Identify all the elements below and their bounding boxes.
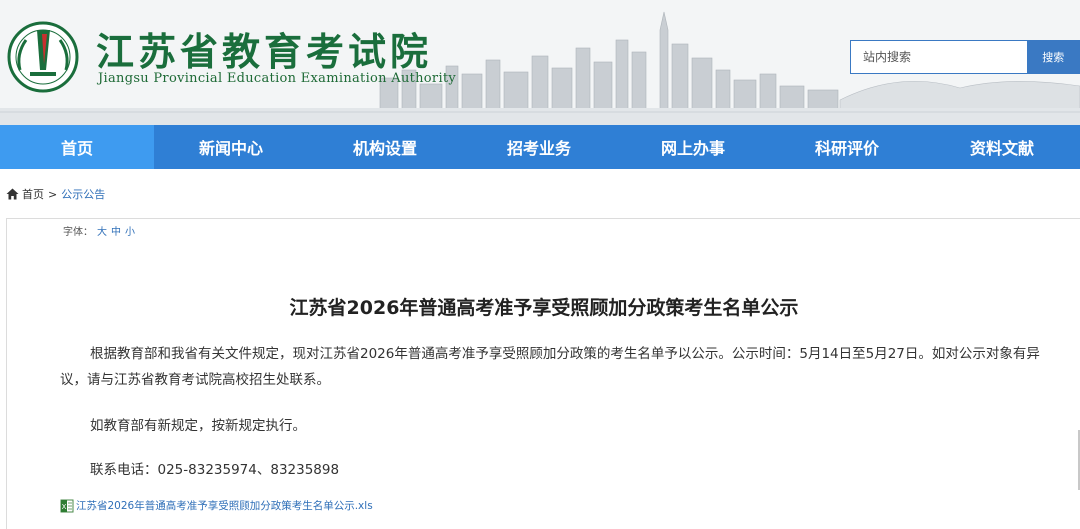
attachment-row: X 江苏省2026年普通高考准予享受照顾加分政策考生名单公示.xls xyxy=(60,498,373,513)
nav-item-home[interactable]: 首页 xyxy=(0,125,154,169)
article-paragraph-rule: 如教育部有新规定，按新规定执行。 xyxy=(90,418,306,434)
nav-item-organization[interactable]: 机构设置 xyxy=(308,125,462,169)
excel-file-icon: X xyxy=(60,499,74,512)
breadcrumb: 首页 > 公示公告 xyxy=(6,186,105,202)
article-paragraph-contact: 联系电话：025-83235974、83235898 xyxy=(90,462,340,478)
site-header: 江苏省教育考试院 Jiangsu Provincial Education Ex… xyxy=(0,0,1080,125)
provincial-emblem-icon xyxy=(7,21,79,93)
breadcrumb-home[interactable]: 首页 xyxy=(22,186,44,202)
svg-text:X: X xyxy=(62,503,67,511)
search-button[interactable]: 搜索 xyxy=(1027,41,1079,73)
home-icon xyxy=(6,188,19,200)
breadcrumb-separator: > xyxy=(48,187,58,201)
font-size-label: 字体： xyxy=(63,227,93,238)
main-nav: 首页 新闻中心 机构设置 招考业务 网上办事 科研评价 资料文献 xyxy=(0,125,1080,169)
font-size-switcher: 字体： 大 中 小 xyxy=(63,223,135,238)
search-bar: 搜索 xyxy=(850,40,1080,74)
font-size-small[interactable]: 小 xyxy=(125,223,135,238)
article-paragraph-intro: 根据教育部和我省有关文件规定，现对江苏省2026年普通高考准予享受照顾加分政策的… xyxy=(60,346,1040,388)
attachment-link[interactable]: 江苏省2026年普通高考准予享受照顾加分政策考生名单公示.xls xyxy=(76,498,373,513)
search-input[interactable] xyxy=(851,41,1028,73)
nav-item-research[interactable]: 科研评价 xyxy=(770,125,924,169)
breadcrumb-current[interactable]: 公示公告 xyxy=(61,186,105,202)
font-size-large[interactable]: 大 xyxy=(97,223,107,238)
article-panel: 字体： 大 中 小 江苏省2026年普通高考准予享受照顾加分政策考生名单公示 根… xyxy=(6,218,1080,529)
nav-item-news[interactable]: 新闻中心 xyxy=(154,125,308,169)
site-subtitle: Jiangsu Provincial Education Examination… xyxy=(98,71,457,86)
article-title: 江苏省2026年普通高考准予享受照顾加分政策考生名单公示 xyxy=(289,297,799,319)
nav-item-admissions[interactable]: 招考业务 xyxy=(462,125,616,169)
font-size-medium[interactable]: 中 xyxy=(111,223,121,238)
nav-item-online-services[interactable]: 网上办事 xyxy=(616,125,770,169)
site-title[interactable]: 江苏省教育考试院 xyxy=(96,30,432,74)
nav-item-documents[interactable]: 资料文献 xyxy=(924,125,1080,169)
